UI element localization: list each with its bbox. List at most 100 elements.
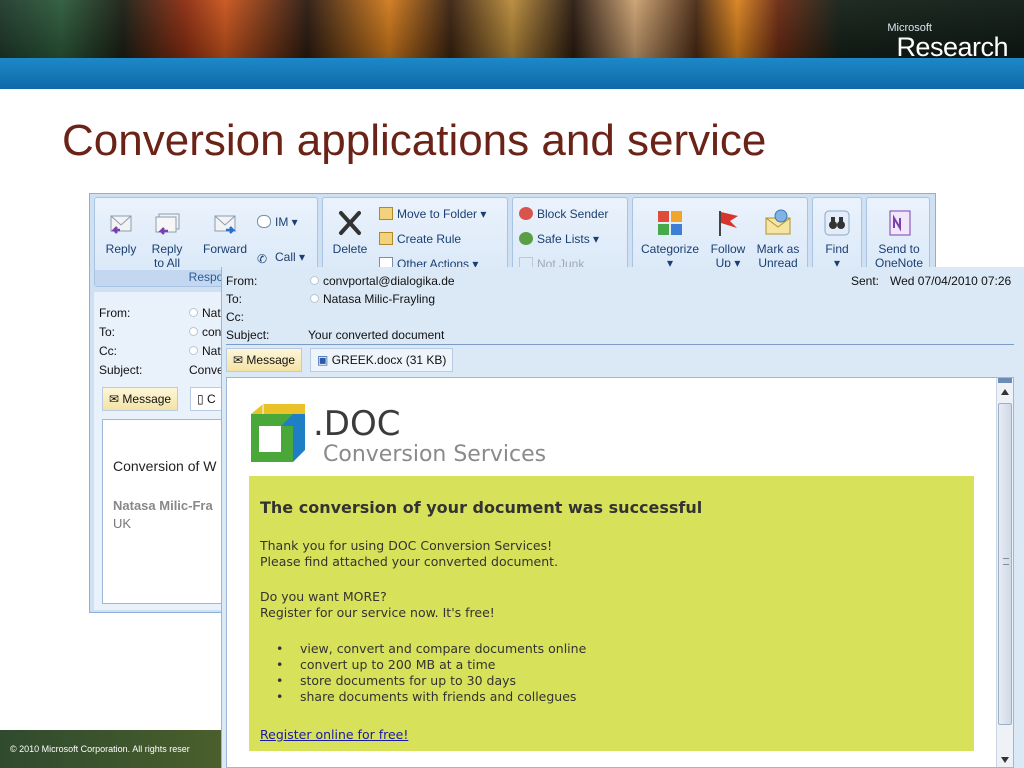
from-label: From: xyxy=(99,306,131,320)
message-tab-label: Message xyxy=(246,353,296,367)
word-document-icon: ▣ xyxy=(317,353,329,367)
move-to-folder-button[interactable]: Move to Folder ▾ xyxy=(379,207,486,221)
envelope-icon: ✉ xyxy=(233,353,244,367)
to-label: To: xyxy=(226,292,243,306)
mark-as-unread-button[interactable]: Mark as Unread xyxy=(753,208,803,270)
block-sender-icon xyxy=(519,207,533,220)
categorize-button[interactable]: Categorize ▾ xyxy=(637,208,703,270)
folder-icon xyxy=(379,207,393,220)
signature-name: Natasa Milic-Fra xyxy=(113,498,213,513)
from-value-text: Nat xyxy=(202,306,221,320)
reply-all-button[interactable]: Reply to All xyxy=(147,208,187,270)
onenote-icon xyxy=(889,210,911,236)
brand-subtitle: Conversion Services xyxy=(323,442,547,467)
brand-name: .DOC xyxy=(313,404,401,444)
delete-button[interactable]: Delete xyxy=(329,208,371,256)
forward-button[interactable]: Forward xyxy=(199,208,251,256)
sent-label: Sent: xyxy=(851,274,880,288)
presence-icon xyxy=(189,327,198,336)
scrollbar-grip xyxy=(1003,558,1009,565)
presence-icon xyxy=(310,294,319,303)
to-value[interactable]: con xyxy=(189,325,221,339)
body-line: Conversion of W xyxy=(113,458,217,474)
from-value[interactable]: convportal@dialogika.de xyxy=(310,274,455,288)
cc-value-text: Nat xyxy=(202,344,221,358)
create-rule-button[interactable]: Create Rule xyxy=(379,232,461,246)
notice-line: Register for our service now. It's free! xyxy=(260,605,495,620)
presence-icon xyxy=(189,308,198,317)
message-tab[interactable]: ✉ Message xyxy=(102,387,179,411)
to-value[interactable]: Natasa Milic-Frayling xyxy=(310,292,435,306)
subject-label: Subject: xyxy=(226,328,270,342)
research-wordmark: Research xyxy=(896,32,1008,62)
send-to-onenote-button[interactable]: Send to OneNote xyxy=(869,208,929,270)
block-sender-button[interactable]: Block Sender xyxy=(519,207,608,221)
safe-lists-button[interactable]: Safe Lists ▾ xyxy=(519,232,599,246)
notice-line: Do you want MORE? xyxy=(260,589,387,604)
scrollbar-thumb[interactable] xyxy=(998,403,1012,725)
scroll-down-arrow-icon[interactable] xyxy=(1001,757,1009,763)
find-button[interactable]: Find ▾ xyxy=(817,208,857,270)
conversion-notice: The conversion of your document was succ… xyxy=(249,476,974,751)
forward-label: Forward xyxy=(202,242,247,256)
from-value-text: convportal@dialogika.de xyxy=(323,274,455,288)
call-button[interactable]: ✆ Call ▾ xyxy=(257,250,305,266)
to-value-text: con xyxy=(202,325,222,339)
message-tab[interactable]: ✉ Message xyxy=(226,348,303,372)
subject-value: Conve xyxy=(189,363,224,377)
attachment-tab[interactable]: ▣ GREEK.docx (31 KB) xyxy=(310,348,454,372)
register-link[interactable]: Register online for free! xyxy=(260,727,408,742)
delete-label: Delete xyxy=(332,242,368,256)
slide-title: Conversion applications and service xyxy=(62,116,767,165)
notice-title: The conversion of your document was succ… xyxy=(260,498,703,517)
converted-document-email: From: convportal@dialogika.de To: Natasa… xyxy=(221,267,1024,768)
phone-icon: ✆ xyxy=(257,252,268,266)
safe-lists-label: Safe Lists xyxy=(537,232,590,246)
header-divider xyxy=(226,344,1014,345)
reply-all-icon xyxy=(155,213,180,235)
banner-glow xyxy=(0,0,1024,58)
block-sender-label: Block Sender xyxy=(537,207,609,221)
cc-value[interactable]: Nat xyxy=(189,344,221,358)
cc-label: Cc: xyxy=(226,310,244,324)
footer-bar: © 2010 Microsoft Corporation. All rights… xyxy=(0,730,221,768)
from-label: From: xyxy=(226,274,258,288)
document-icon: ▯ xyxy=(197,392,204,406)
call-label: Call xyxy=(275,250,296,264)
subject-label: Subject: xyxy=(99,363,143,377)
feature-text: convert up to 200 MB at a time xyxy=(300,657,496,672)
create-rule-label: Create Rule xyxy=(397,232,462,246)
reply-all-label-1: Reply xyxy=(151,242,183,256)
to-label: To: xyxy=(99,325,116,339)
mark-as-unread-label-1: Mark as xyxy=(756,242,800,256)
notice-line: Thank you for using DOC Conversion Servi… xyxy=(260,538,553,553)
from-value[interactable]: Nat xyxy=(189,306,221,320)
scroll-up-arrow-icon[interactable] xyxy=(1001,389,1009,395)
im-button[interactable]: IM ▾ xyxy=(257,215,298,229)
to-value-text: Natasa Milic-Frayling xyxy=(323,292,436,306)
attachment-tab-label: GREEK.docx (31 KB) xyxy=(331,353,447,367)
unread-envelope-icon xyxy=(765,209,791,235)
flag-icon xyxy=(719,211,738,236)
attachment-tab[interactable]: ▯ C xyxy=(190,387,223,411)
follow-up-button[interactable]: Follow Up ▾ xyxy=(705,208,751,270)
im-icon xyxy=(257,215,271,228)
reply-icon xyxy=(110,215,132,234)
presence-icon xyxy=(189,346,198,355)
vertical-scrollbar[interactable] xyxy=(996,378,1013,767)
doc-logo-icon xyxy=(251,404,305,462)
safe-lists-icon xyxy=(519,232,533,245)
attachment-tab-label: C xyxy=(206,392,216,406)
cc-label: Cc: xyxy=(99,344,117,358)
notice-line: Please find attached your converted docu… xyxy=(260,554,559,569)
find-label: Find xyxy=(825,242,849,256)
envelope-icon: ✉ xyxy=(109,392,120,406)
feature-text: share documents with friends and collegu… xyxy=(300,689,577,704)
reply-label: Reply xyxy=(105,242,137,256)
banner-stripe xyxy=(0,58,1024,89)
scrollbar-cap xyxy=(998,378,1012,383)
feature-text: store documents for up to 30 days xyxy=(300,673,517,688)
reply-button[interactable]: Reply xyxy=(101,208,141,256)
subject-value: Your converted document xyxy=(308,328,445,342)
slide: Microsoft Research Conversion applicatio… xyxy=(0,0,1024,768)
